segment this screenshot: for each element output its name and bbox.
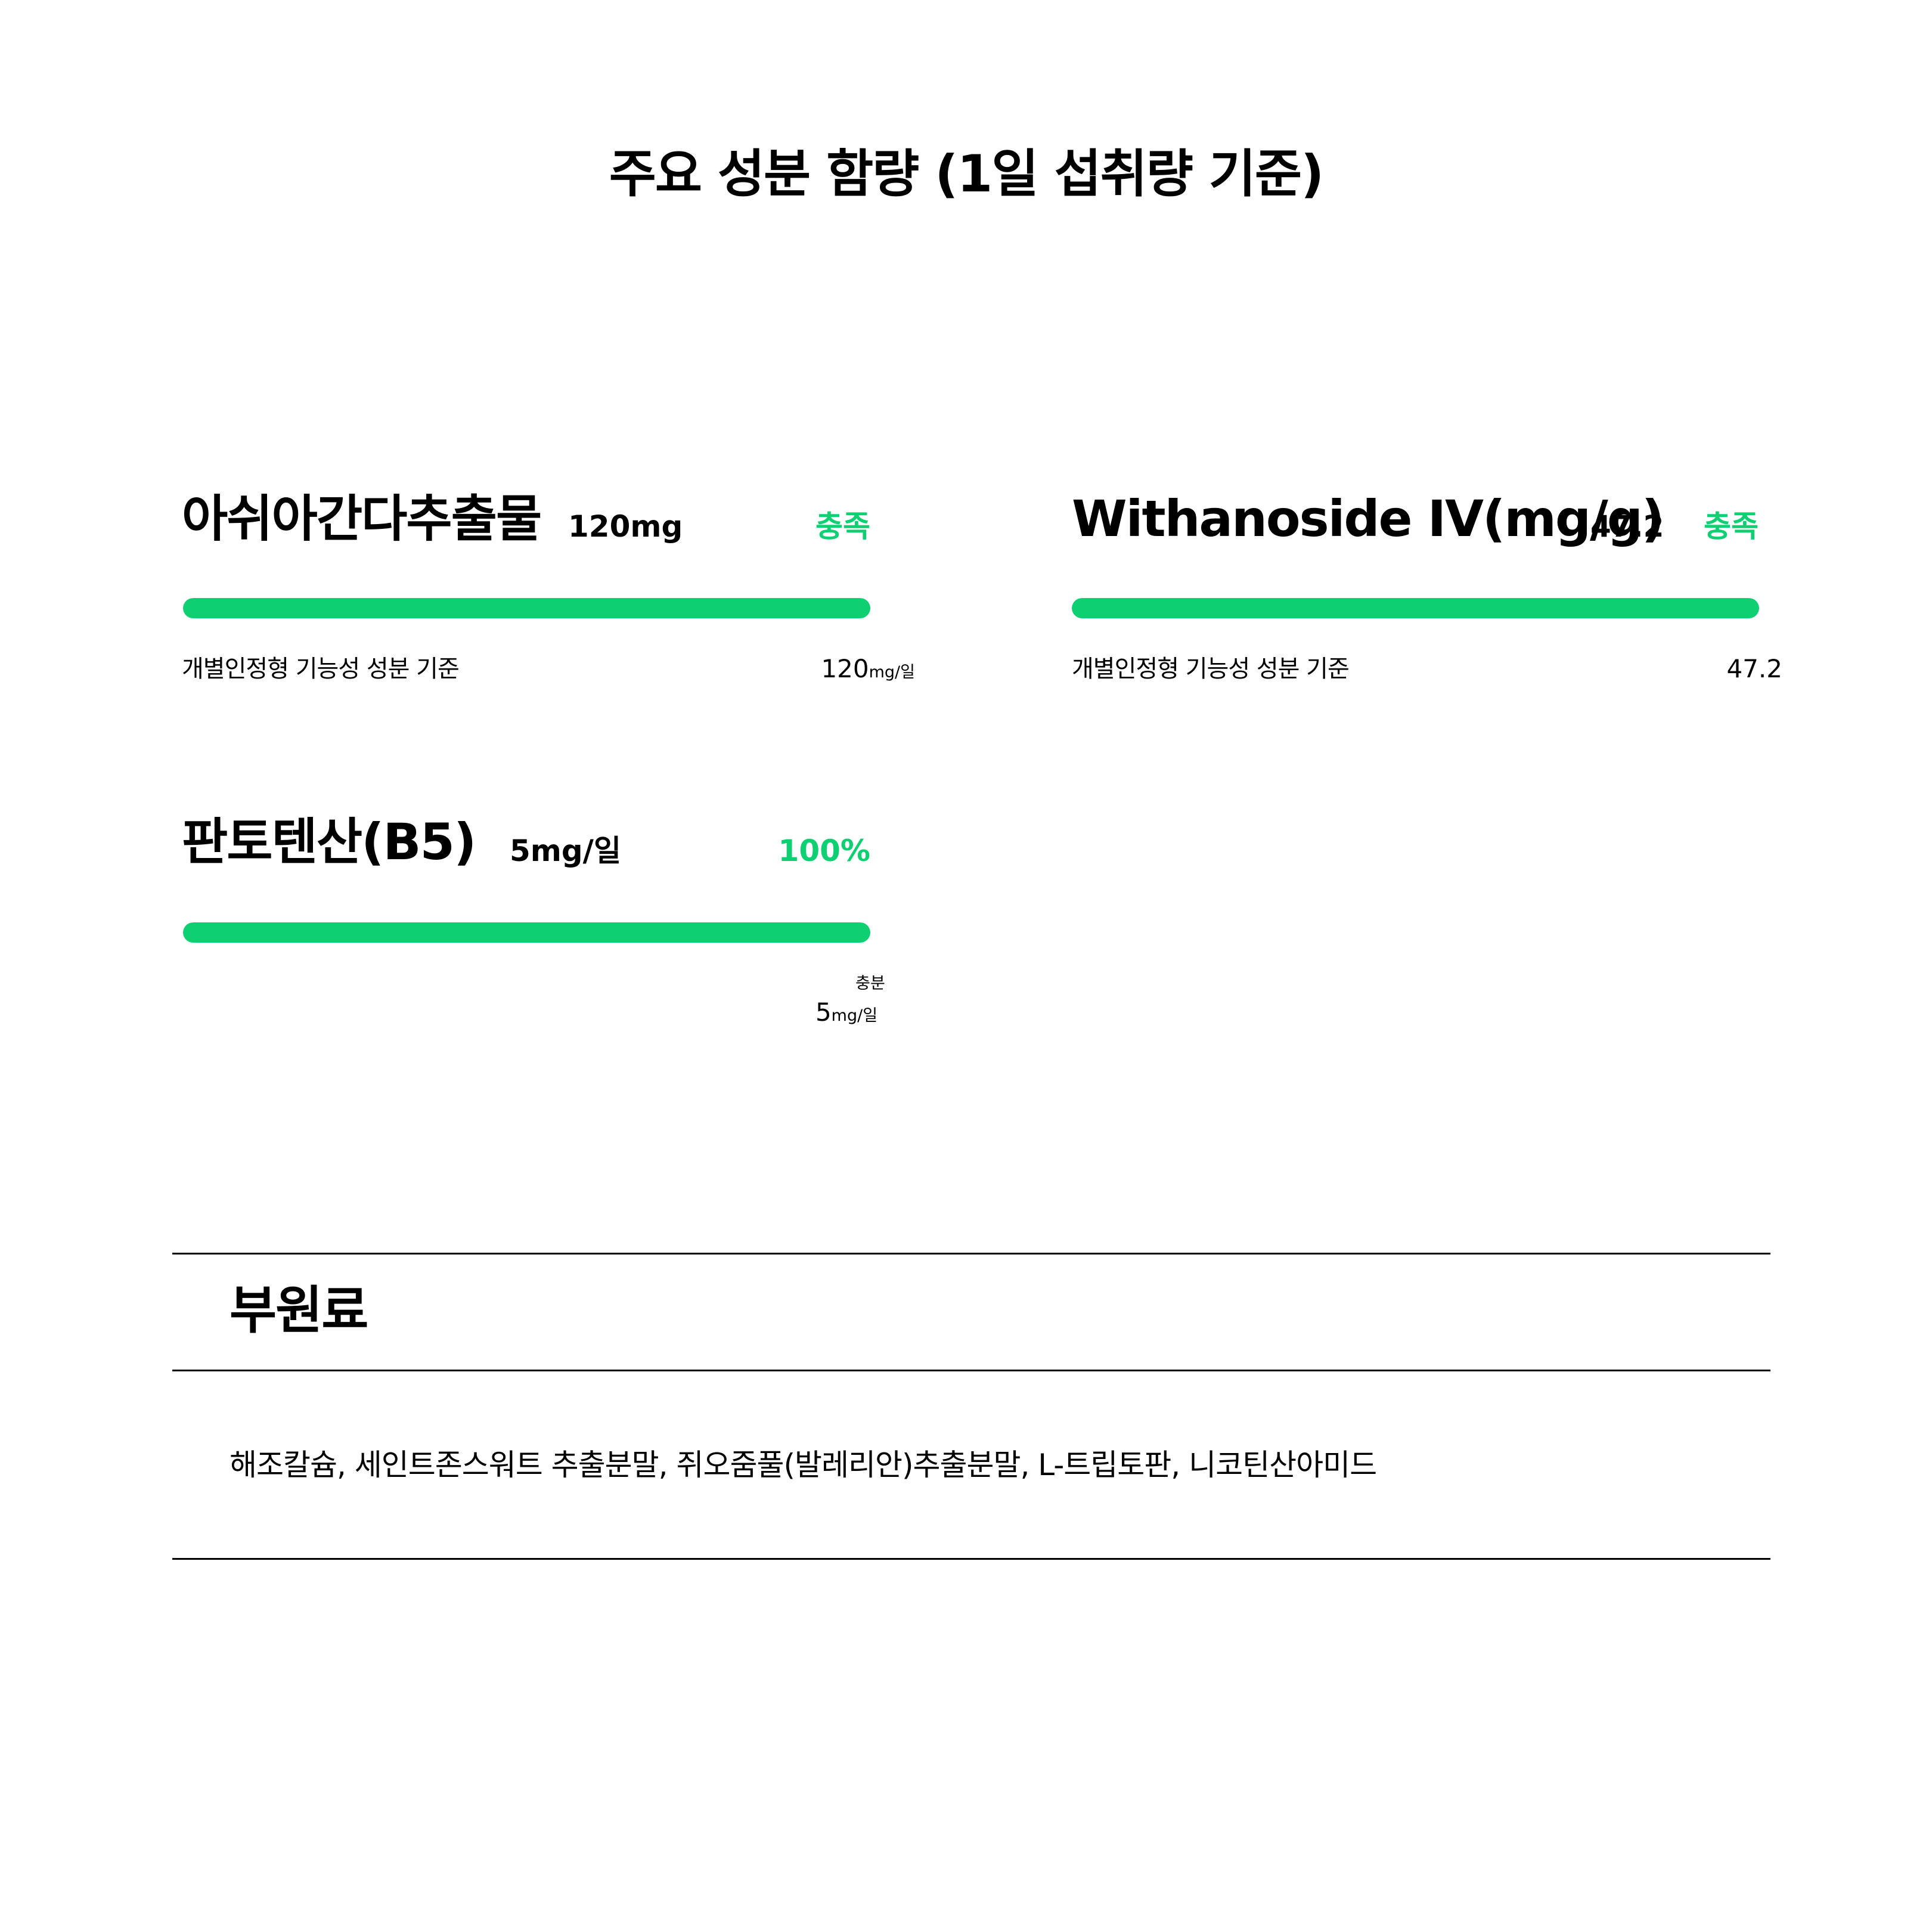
sub-ingredients-heading: 부원료 [230,1281,368,1340]
progress-bar-fill [183,922,870,943]
sub-ingredients-list: 해조칼슘, 세인트존스워트 추출분말, 쥐오줌풀(발레리안)추출분말, L-트립… [230,1448,1377,1482]
value-number: 120 [821,654,869,683]
value-number: 47.2 [1726,654,1782,683]
sufficiency-label: 충분 [855,974,885,993]
ingredient-amount-ashwagandha: 120mg [568,509,683,544]
criteria-caption-ashwagandha: 개별인정형 기능성 성분 기준 [182,655,460,683]
status-label-pantothenic-acid: 100% [778,834,870,868]
status-label-withanoside: 충족 [1704,509,1759,544]
ingredient-name-pantothenic-acid: 판토텐산(B5) [182,813,476,871]
value-number: 5 [815,998,832,1027]
status-label-ashwagandha: 충족 [815,509,870,544]
section-divider-bottom [172,1558,1770,1560]
criteria-value-pantothenic-acid: 5mg/일 [793,996,900,1033]
ingredient-name-withanoside: Withanoside IV(mg/g) [1072,490,1664,548]
progress-bar-pantothenic-acid [183,922,870,943]
progress-bar-ashwagandha [183,598,870,618]
progress-bar-fill [183,598,870,618]
criteria-value-withanoside: 47.2 [1669,652,1782,686]
section-divider-middle [172,1370,1770,1371]
progress-bar-fill [1072,598,1759,618]
page-title: 주요 성분 함량 (1일 섭취량 기준) [609,144,1325,204]
ingredient-name-ashwagandha: 아쉬아간다추출물 [182,490,542,548]
ingredient-amount-pantothenic-acid: 5mg/일 [510,834,621,868]
progress-bar-withanoside [1072,598,1759,618]
value-unit: mg/일 [831,1006,878,1025]
section-divider-top [172,1253,1770,1254]
criteria-caption-withanoside: 개별인정형 기능성 성분 기준 [1072,655,1350,683]
value-unit: mg/일 [869,663,915,682]
criteria-value-ashwagandha: 120mg/일 [763,652,915,689]
